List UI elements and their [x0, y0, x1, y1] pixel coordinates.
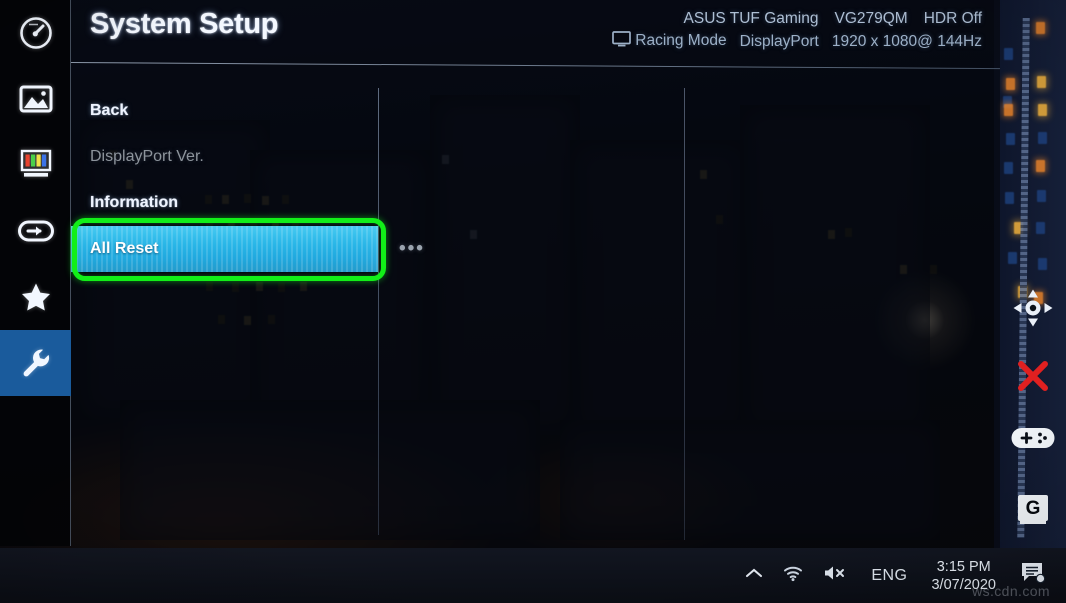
menu-item-all-reset[interactable]: All Reset •••: [71, 226, 423, 272]
input-select-icon: [17, 217, 55, 245]
star-icon: [19, 281, 53, 313]
show-hidden-icons-button[interactable]: [735, 551, 773, 601]
gauge-icon: [18, 15, 54, 51]
wifi-icon: [782, 564, 804, 587]
sidebar-item-gaming[interactable]: [0, 0, 71, 66]
info-hdr-status: HDR Off: [923, 10, 982, 27]
sidebar-item-image[interactable]: [0, 66, 71, 132]
color-bars-icon: [19, 149, 53, 181]
sidebar-item-system-setup[interactable]: [0, 330, 71, 396]
monitor-icon: [612, 31, 632, 54]
osd-sidebar[interactable]: [0, 0, 71, 546]
close-x-icon: [1015, 358, 1051, 399]
menu-item-label: Back: [90, 102, 129, 119]
volume-button[interactable]: [813, 551, 857, 601]
info-input: DisplayPort: [739, 33, 819, 50]
menu-item-displayport-ver[interactable]: DisplayPort Ver.: [71, 134, 378, 180]
gamevisual-button[interactable]: G: [1000, 480, 1066, 536]
menu-item-information[interactable]: Information: [71, 180, 378, 226]
five-way-navigation-icon: [1011, 288, 1055, 333]
network-button[interactable]: [773, 551, 813, 601]
gameplus-button[interactable]: [1000, 412, 1066, 468]
image-icon: [19, 84, 53, 114]
info-mode: Racing Mode: [635, 32, 727, 49]
menu-item-label: Information: [90, 194, 178, 211]
column-divider-2: [684, 88, 685, 540]
sidebar-item-my-favorite[interactable]: [0, 264, 71, 330]
menu-item-overflow-dots[interactable]: •••: [399, 238, 425, 260]
system-setup-menu[interactable]: Back DisplayPort Ver. Information All Re…: [71, 88, 423, 272]
clock-time: 3:15 PM: [936, 558, 991, 575]
info-brand: ASUS TUF Gaming: [683, 10, 819, 27]
language-indicator[interactable]: ENG: [857, 551, 921, 601]
g-letter-icon: G: [1018, 495, 1048, 521]
header-divider: [70, 62, 1000, 70]
page-title: System Setup: [90, 8, 279, 40]
sidebar-item-color[interactable]: [0, 132, 71, 198]
watermark: ws.cdn.com: [972, 583, 1050, 599]
monitor-info-block: ASUS TUF Gaming VG279QM HDR Off Racing M…: [612, 8, 982, 54]
info-resolution: 1920 x 1080@ 144Hz: [831, 33, 982, 50]
gamepad-icon: [1010, 424, 1056, 457]
menu-item-label: DisplayPort Ver.: [90, 148, 204, 165]
menu-item-label: All Reset: [90, 240, 159, 257]
wrench-icon: [19, 346, 53, 380]
column-divider-1: [378, 88, 379, 535]
speaker-muted-icon: [822, 564, 848, 587]
joystick-navigation[interactable]: [1000, 282, 1066, 338]
monitor-photo: System Setup ASUS TUF Gaming VG279QM HDR…: [0, 0, 1066, 603]
chevron-up-icon: [744, 566, 764, 585]
monitor-osd-panel: System Setup ASUS TUF Gaming VG279QM HDR…: [0, 0, 1000, 548]
sidebar-item-input-select[interactable]: [0, 198, 71, 264]
info-model: VG279QM: [834, 10, 908, 27]
windows-taskbar[interactable]: ENG 3:15 PM 3/07/2020 ws.cdn.com: [0, 548, 1066, 603]
close-button[interactable]: [1000, 350, 1066, 406]
menu-item-back[interactable]: Back: [71, 88, 378, 134]
osd-control-hints: G: [1000, 0, 1066, 548]
info-mode-wrap: Racing Mode: [612, 30, 727, 54]
